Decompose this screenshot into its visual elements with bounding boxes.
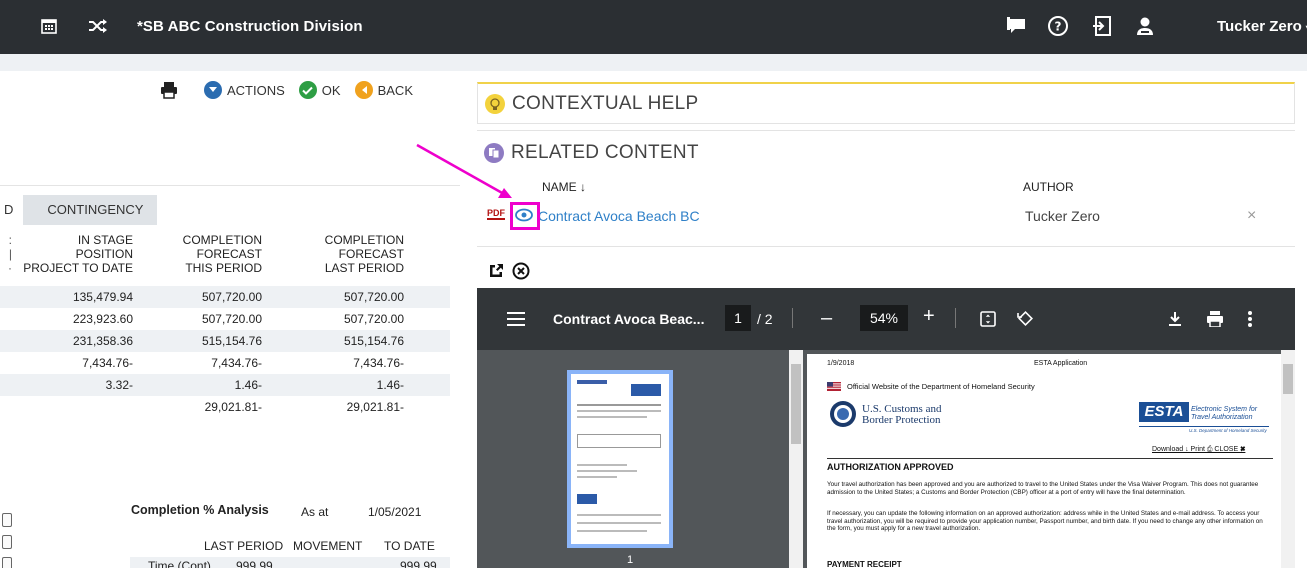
- contextual-help-title: CONTEXTUAL HELP: [512, 92, 699, 114]
- col-header-last-period: LAST PERIOD: [204, 539, 284, 553]
- zoom-in-icon[interactable]: +: [923, 305, 935, 328]
- document-link[interactable]: Contract Avoca Beach BC: [538, 208, 700, 224]
- pdf-content: 1 1/9/2018 ESTA Application Official Web…: [477, 350, 1295, 568]
- table-row: 7,434.76- 7,434.76- 7,434.76-: [82, 356, 404, 370]
- col-header-name[interactable]: NAME ↓: [542, 180, 586, 194]
- user-icon[interactable]: [1133, 14, 1157, 38]
- page-scrollbar[interactable]: [1281, 350, 1295, 568]
- page-title: *SB ABC Construction Division: [137, 18, 363, 35]
- thumbnail-page-number: 1: [627, 554, 634, 566]
- zoom-out-icon[interactable]: –: [821, 307, 832, 330]
- us-flag-icon: [827, 382, 841, 391]
- page-links[interactable]: Download ↓ Print ⎙ CLOSE ✖: [1152, 446, 1245, 454]
- lightbulb-icon: [484, 93, 506, 115]
- col-header-movement: MOVEMENT: [293, 539, 363, 553]
- table-row: 135,479.94 507,720.00 507,720.00: [0, 286, 450, 308]
- row-action-icon[interactable]: [2, 513, 12, 527]
- related-content-title: RELATED CONTENT: [511, 141, 699, 163]
- print-icon[interactable]: [1206, 311, 1224, 327]
- chat-icon[interactable]: [1005, 14, 1029, 38]
- table-row: 3.32- 1.46- 1.46-: [0, 374, 450, 396]
- close-circle-icon[interactable]: [512, 262, 530, 280]
- page-total: / 2: [757, 311, 773, 327]
- pdf-toolbar: Contract Avoca Beac... 1 / 2 – 54% +: [477, 288, 1295, 350]
- arrow-down-icon: ↓: [580, 180, 587, 194]
- as-at-label: As at: [301, 505, 329, 519]
- printer-icon: [160, 81, 178, 99]
- more-vert-icon[interactable]: [1247, 310, 1253, 328]
- pdf-icon: PDF: [487, 208, 505, 220]
- download-icon[interactable]: [1167, 311, 1183, 327]
- document-author: Tucker Zero: [1025, 208, 1100, 224]
- calendar-icon[interactable]: [37, 14, 61, 38]
- documents-icon: [483, 142, 505, 164]
- ok-button[interactable]: OK: [298, 81, 341, 99]
- zoom-level-input[interactable]: 54%: [860, 305, 908, 331]
- shuffle-icon[interactable]: [86, 14, 110, 38]
- dhs-seal-icon: [829, 400, 857, 428]
- analysis-title: Completion % Analysis: [131, 503, 269, 517]
- pdf-title: Contract Avoca Beac...: [553, 311, 705, 327]
- sub-bar: [0, 54, 1307, 71]
- col-header-forecast-this: COMPLETION FORECAST THIS PERIOD: [182, 233, 262, 275]
- back-button[interactable]: BACK: [354, 81, 413, 99]
- pdf-page: 1/9/2018 ESTA Application Official Websi…: [807, 354, 1281, 568]
- esta-logo: ESTA: [1139, 402, 1189, 422]
- thumbnail-scrollbar[interactable]: [789, 350, 803, 568]
- page-number-input[interactable]: 1: [725, 305, 751, 331]
- menu-icon[interactable]: [507, 312, 525, 326]
- viewer-actions: [477, 246, 1295, 288]
- list-item: PDF Contract Avoca Beach BC Tucker Zero …: [477, 202, 1295, 232]
- tab-strip: D CONTINGENCY: [0, 195, 158, 225]
- page-thumbnail[interactable]: [567, 370, 673, 548]
- chevron-left-icon: [354, 81, 373, 99]
- row-action-icon[interactable]: [2, 557, 12, 568]
- check-icon: [298, 81, 317, 99]
- rotate-icon[interactable]: [1016, 310, 1034, 328]
- related-content-header[interactable]: RELATED CONTENT: [477, 130, 1295, 174]
- table-row: Time (Cont) 999.99 999.99: [130, 557, 450, 568]
- cut-header-glyph: : | ·: [8, 233, 12, 275]
- top-bar: *SB ABC Construction Division ? Tucker Z…: [0, 0, 1307, 54]
- print-button[interactable]: [160, 81, 178, 99]
- as-at-date: 1/05/2021: [368, 505, 422, 519]
- col-header-author: AUTHOR: [1023, 180, 1074, 194]
- actions-button[interactable]: ACTIONS: [204, 81, 285, 99]
- chevron-down-icon: [204, 81, 222, 99]
- logout-icon[interactable]: [1090, 14, 1114, 38]
- contextual-help-header[interactable]: CONTEXTUAL HELP: [477, 82, 1295, 124]
- divider: [0, 185, 460, 186]
- divider: [955, 308, 956, 328]
- tab-contingency[interactable]: CONTINGENCY: [23, 195, 158, 225]
- table-row: 231,358.36 515,154.76 515,154.76: [0, 330, 450, 352]
- col-header-to-date: TO DATE: [384, 539, 435, 553]
- col-header-forecast-last: COMPLETION FORECAST LAST PERIOD: [324, 233, 404, 275]
- divider: [792, 308, 793, 328]
- toolbar: ACTIONS OK BACK: [160, 79, 427, 101]
- remove-icon[interactable]: ×: [1247, 207, 1256, 225]
- highlight-box: [510, 202, 540, 230]
- help-icon[interactable]: ?: [1046, 14, 1070, 38]
- table-row: 223,923.60 507,720.00 507,720.00: [72, 312, 404, 326]
- fit-page-icon[interactable]: [980, 311, 996, 327]
- user-name[interactable]: Tucker Zero ▾: [1217, 18, 1307, 35]
- open-external-icon[interactable]: [487, 262, 505, 280]
- right-panel: CONTEXTUAL HELP RELATED CONTENT NAME ↓ A…: [477, 82, 1307, 568]
- svg-text:?: ?: [1055, 20, 1062, 34]
- tab-partial[interactable]: D: [0, 195, 23, 225]
- left-panel: ACTIONS OK BACK D CONTINGENCY : | · IN STA…: [0, 71, 460, 568]
- table-row: 29,021.81- 29,021.81-: [204, 400, 404, 414]
- col-header-in-stage: IN STAGE POSITION PROJECT TO DATE: [23, 233, 133, 275]
- row-action-icon[interactable]: [2, 535, 12, 549]
